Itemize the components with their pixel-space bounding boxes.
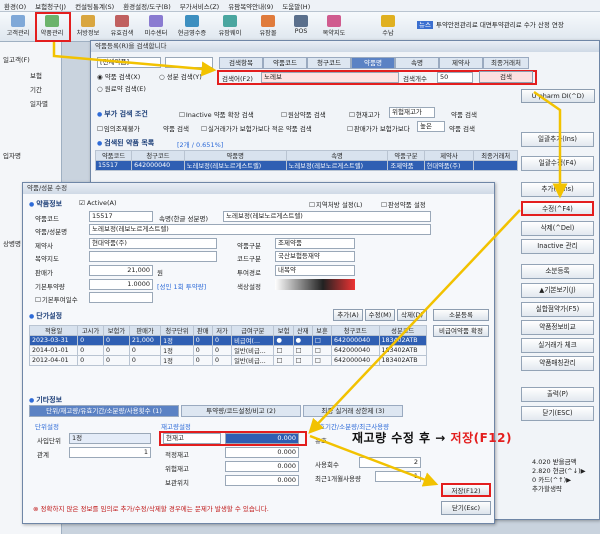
arrow-stock-to-save: [309, 434, 439, 487]
arrow-search-to-edit: [533, 90, 568, 199]
arrow-edit-to-stock: [308, 209, 521, 434]
guide-arrows: [52, 42, 568, 487]
arrow-toolbar-to-search: [52, 42, 217, 77]
